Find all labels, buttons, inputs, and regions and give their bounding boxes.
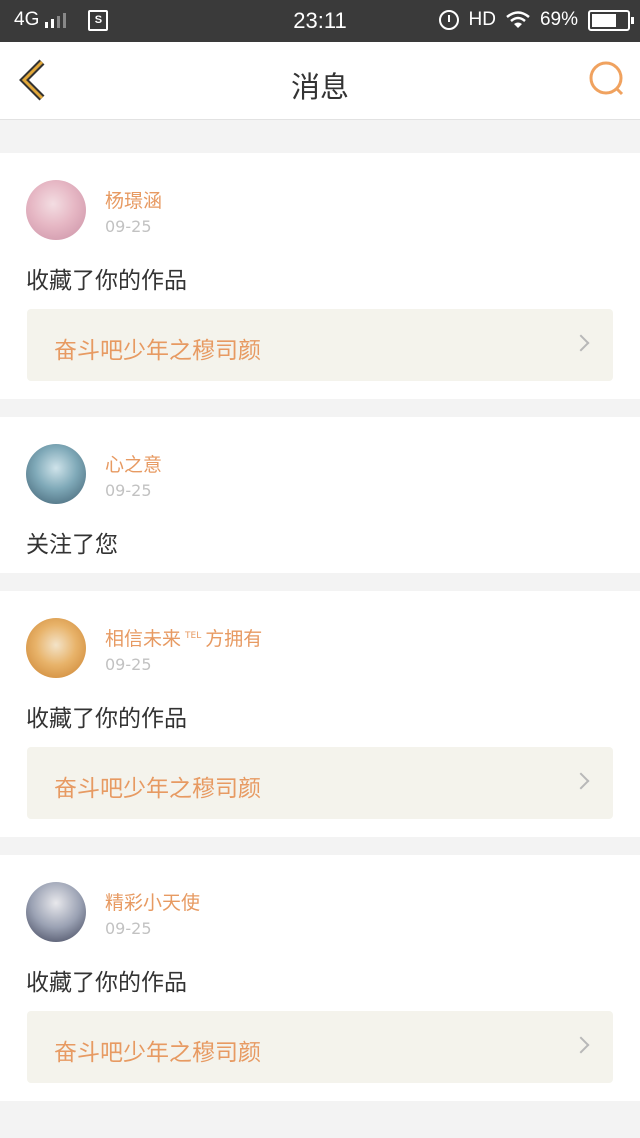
message-date: 09-25: [105, 655, 152, 674]
work-title: 奋斗吧少年之穆司颜: [54, 1040, 261, 1066]
user-name[interactable]: 心之意: [105, 450, 162, 477]
work-link[interactable]: 奋斗吧少年之穆司颜: [27, 747, 613, 819]
user-name-sup: TEL: [185, 630, 202, 641]
chevron-right-icon: [572, 1036, 590, 1054]
hd-indicator: HD: [468, 9, 496, 30]
avatar[interactable]: [26, 180, 86, 240]
user-name[interactable]: 相信未来 TEL 方拥有: [105, 624, 262, 651]
message-action: 收藏了你的作品: [26, 706, 187, 732]
message-action: 收藏了你的作品: [26, 970, 187, 996]
message-card[interactable]: 心之意 09-25 关注了您: [0, 417, 640, 573]
wifi-icon: [506, 11, 530, 28]
work-title: 奋斗吧少年之穆司颜: [54, 338, 261, 364]
message-date: 09-25: [105, 217, 152, 236]
work-title: 奋斗吧少年之穆司颜: [54, 776, 261, 802]
message-date: 09-25: [105, 481, 152, 500]
avatar[interactable]: [26, 882, 86, 942]
avatar[interactable]: [26, 444, 86, 504]
avatar[interactable]: [26, 618, 86, 678]
message-card[interactable]: 相信未来 TEL 方拥有 09-25 收藏了你的作品 奋斗吧少年之穆司颜: [0, 591, 640, 837]
message-action: 收藏了你的作品: [26, 268, 187, 294]
chevron-right-icon: [572, 334, 590, 352]
search-icon[interactable]: [586, 58, 626, 98]
status-bar: 4G S 23:11 HD 69%: [0, 0, 640, 42]
alarm-icon: [438, 10, 459, 30]
user-name[interactable]: 精彩小天使: [105, 888, 200, 915]
page-title: 消息: [290, 70, 349, 104]
user-name[interactable]: 杨璟涵: [105, 186, 162, 213]
battery-icon: [588, 9, 634, 31]
user-name-suffix: 方拥有: [205, 628, 263, 650]
message-card[interactable]: 杨璟涵 09-25 收藏了你的作品 奋斗吧少年之穆司颜: [0, 153, 640, 399]
work-link[interactable]: 奋斗吧少年之穆司颜: [27, 1011, 613, 1083]
message-action: 关注了您: [26, 532, 118, 558]
battery-percent: 69%: [539, 9, 578, 30]
work-link[interactable]: 奋斗吧少年之穆司颜: [27, 309, 613, 381]
nav-bar: 消息: [0, 42, 640, 120]
message-date: 09-25: [105, 919, 152, 938]
message-card[interactable]: 精彩小天使 09-25 收藏了你的作品 奋斗吧少年之穆司颜: [0, 855, 640, 1101]
user-name-main: 相信未来: [105, 628, 182, 650]
chevron-right-icon: [572, 772, 590, 790]
